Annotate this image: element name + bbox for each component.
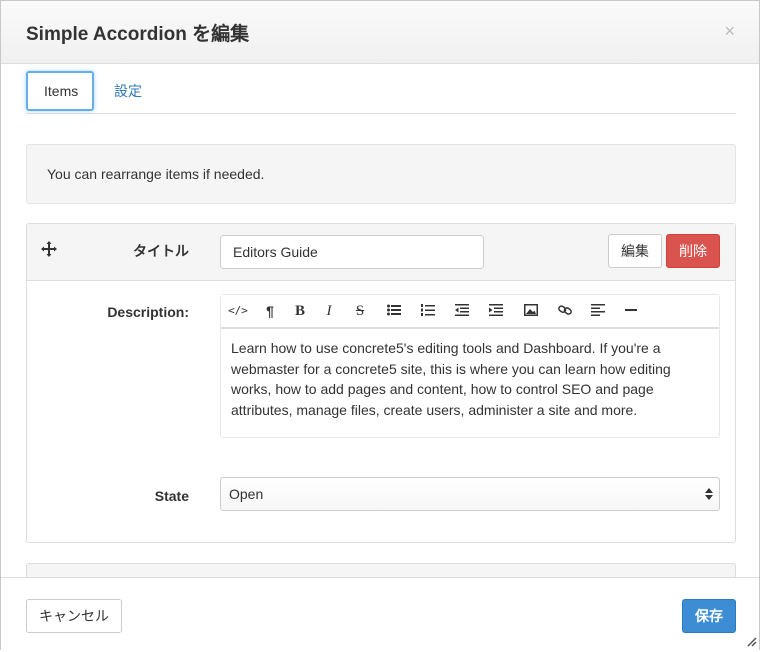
cancel-button[interactable]: キャンセル bbox=[26, 599, 122, 633]
select-arrows-icon bbox=[705, 488, 713, 500]
save-button[interactable]: 保存 bbox=[682, 599, 736, 633]
state-select[interactable]: Open bbox=[220, 477, 720, 511]
indent-icon[interactable] bbox=[484, 300, 508, 322]
tab-settings[interactable]: 設定 bbox=[98, 71, 158, 111]
edit-button[interactable]: 編集 bbox=[608, 234, 662, 268]
dialog-header: Simple Accordion を編集 × bbox=[1, 1, 759, 64]
dialog-footer: キャンセル 保存 bbox=[1, 577, 759, 652]
tab-items[interactable]: Items bbox=[26, 71, 94, 111]
state-label: State bbox=[154, 488, 189, 504]
align-left-icon[interactable] bbox=[586, 300, 610, 322]
notice-text: You can rearrange items if needed. bbox=[47, 166, 265, 182]
state-selected-value: Open bbox=[229, 486, 264, 502]
rearrange-notice: You can rearrange items if needed. bbox=[26, 144, 736, 204]
outdent-icon[interactable] bbox=[450, 300, 474, 322]
ordered-list-icon[interactable] bbox=[416, 300, 440, 322]
description-text[interactable]: Learn how to use concrete5's editing too… bbox=[231, 338, 709, 420]
close-icon[interactable]: × bbox=[724, 21, 735, 42]
italic-icon[interactable]: I bbox=[317, 300, 341, 322]
tab-bar: Items 設定 bbox=[26, 71, 736, 114]
move-icon[interactable] bbox=[41, 241, 57, 257]
html-code-icon[interactable]: </> bbox=[226, 300, 250, 322]
strikethrough-icon[interactable]: S bbox=[348, 300, 372, 322]
edit-dialog: Simple Accordion を編集 × Items 設定 You can … bbox=[0, 0, 760, 652]
editor-toolbar: </> ¶ B I S bbox=[221, 295, 719, 329]
accordion-item-panel: タイトル Editors Guide 編集 削除 Description: </… bbox=[26, 223, 736, 543]
dialog-content: Items 設定 You can rearrange items if need… bbox=[1, 63, 759, 577]
next-item-panel bbox=[26, 563, 736, 577]
image-icon[interactable] bbox=[519, 300, 543, 322]
resize-handle-icon[interactable] bbox=[745, 635, 757, 647]
paragraph-icon[interactable]: ¶ bbox=[258, 300, 282, 322]
horizontal-rule-icon[interactable] bbox=[619, 300, 643, 322]
bold-icon[interactable]: B bbox=[288, 300, 312, 322]
link-icon[interactable] bbox=[553, 300, 577, 322]
description-editor[interactable]: </> ¶ B I S Learn how to use concrete5's… bbox=[220, 294, 720, 438]
item-header: タイトル Editors Guide 編集 削除 bbox=[27, 224, 735, 281]
title-input[interactable]: Editors Guide bbox=[220, 235, 484, 269]
unordered-list-icon[interactable] bbox=[382, 300, 406, 322]
dialog-title: Simple Accordion を編集 bbox=[26, 24, 250, 45]
delete-button[interactable]: 削除 bbox=[666, 234, 720, 268]
title-label: タイトル bbox=[133, 243, 189, 259]
description-label: Description: bbox=[107, 304, 189, 320]
